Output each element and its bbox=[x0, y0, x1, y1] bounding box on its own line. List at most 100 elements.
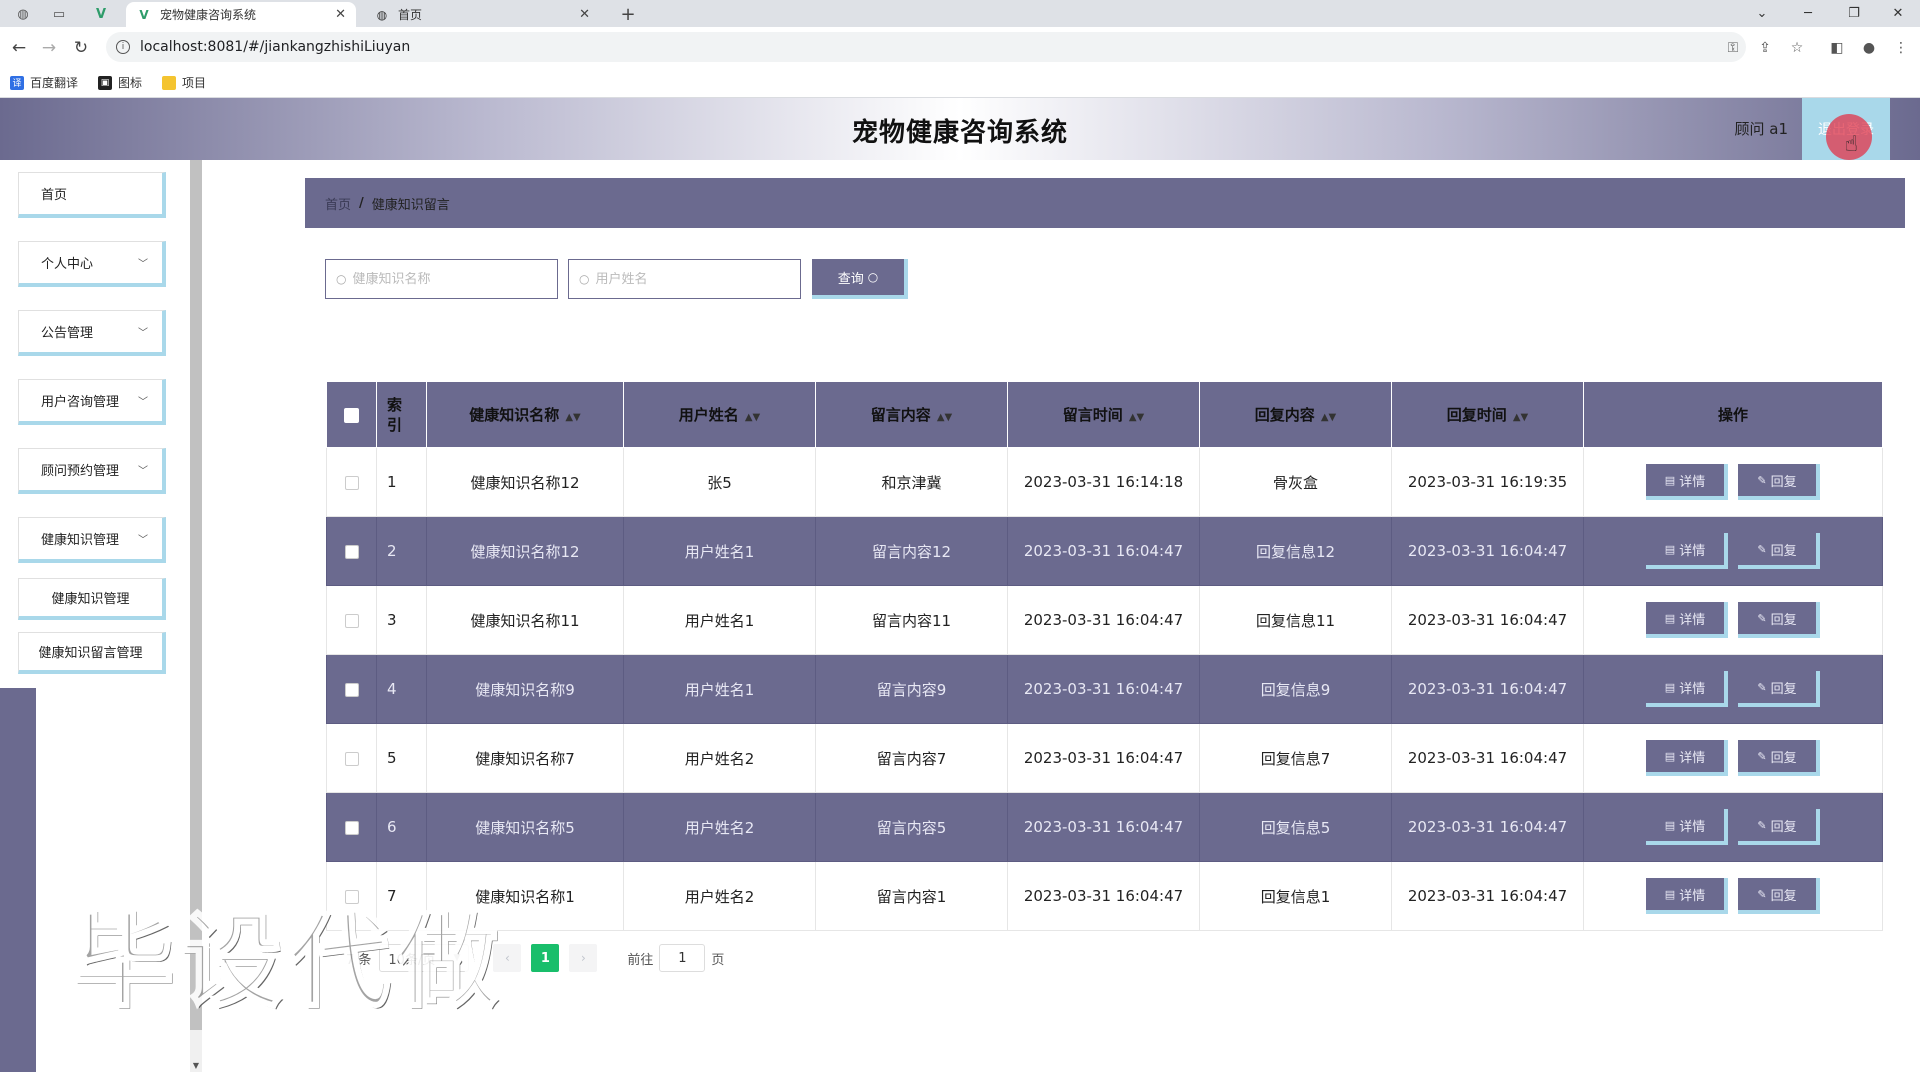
pinned-tab-globe-icon[interactable]: ◍ bbox=[12, 4, 34, 24]
tab-search-chevron-icon[interactable]: ⌄ bbox=[1740, 0, 1784, 27]
reply-button[interactable]: ✎ 回复 bbox=[1738, 740, 1820, 776]
bookmark-icons[interactable]: ▣ 图标 bbox=[98, 74, 142, 91]
reply-button[interactable]: ✎ 回复 bbox=[1738, 464, 1820, 500]
minimize-icon[interactable]: ─ bbox=[1786, 0, 1830, 27]
header-comment-time[interactable]: 留言时间 ▲▼ bbox=[1007, 381, 1200, 448]
sidebar-item-appointment-management[interactable]: 顾问预约管理 ﹀ bbox=[18, 448, 166, 494]
cell-reply-time: 2023-03-31 16:04:47 bbox=[1391, 585, 1584, 655]
sort-icon[interactable]: ▲▼ bbox=[937, 412, 952, 423]
page-number-button[interactable]: 1 bbox=[531, 944, 560, 972]
pinned-tab-vue-icon[interactable]: V bbox=[90, 4, 112, 24]
reply-button[interactable]: ✎ 回复 bbox=[1738, 878, 1820, 914]
cell-comment-content: 和京津冀 bbox=[815, 447, 1008, 517]
sidebar-item-label: 公告管理 bbox=[41, 326, 94, 341]
new-tab-plus-icon[interactable]: + bbox=[616, 2, 640, 26]
row-checkbox[interactable] bbox=[344, 613, 359, 628]
sidebar-item-personal-center[interactable]: 个人中心 ﹀ bbox=[18, 241, 166, 287]
reply-label: 回复 bbox=[1770, 750, 1797, 766]
cell-knowledge-name: 健康知识名称7 bbox=[426, 723, 624, 793]
reply-button[interactable]: ✎ 回复 bbox=[1738, 533, 1820, 569]
select-all-checkbox[interactable] bbox=[344, 407, 359, 423]
row-checkbox[interactable] bbox=[344, 682, 359, 697]
detail-button[interactable]: ▤ 详情 bbox=[1646, 671, 1728, 707]
bookmark-baidu-translate[interactable]: 译 百度翻译 bbox=[10, 74, 78, 91]
detail-button[interactable]: ▤ 详情 bbox=[1646, 740, 1728, 776]
bookmark-projects[interactable]: 项目 bbox=[162, 74, 206, 91]
reply-button[interactable]: ✎ 回复 bbox=[1738, 809, 1820, 845]
header-label: 用户姓名 bbox=[678, 406, 739, 424]
cell-comment-time: 2023-03-31 16:04:47 bbox=[1007, 792, 1200, 862]
close-icon[interactable]: ✕ bbox=[579, 7, 590, 22]
detail-label: 详情 bbox=[1679, 750, 1706, 766]
sidebar-item-notice-management[interactable]: 公告管理 ﹀ bbox=[18, 310, 166, 356]
breadcrumb-home[interactable]: 首页 bbox=[325, 194, 351, 213]
profile-avatar-icon[interactable]: ● bbox=[1858, 37, 1880, 59]
info-icon[interactable]: i bbox=[116, 40, 130, 54]
window-close-icon[interactable]: ✕ bbox=[1876, 0, 1920, 27]
row-checkbox[interactable] bbox=[344, 544, 359, 559]
detail-button[interactable]: ▤ 详情 bbox=[1646, 809, 1728, 845]
sort-icon[interactable]: ▲▼ bbox=[1129, 412, 1144, 423]
tab-home[interactable]: ◍ 首页 ✕ bbox=[364, 2, 600, 27]
sidebar-item-health-knowledge[interactable]: 健康知识管理 ﹀ bbox=[18, 517, 166, 563]
document-icon: ▤ bbox=[1664, 542, 1676, 556]
detail-button[interactable]: ▤ 详情 bbox=[1646, 878, 1728, 914]
side-panel-icon[interactable]: ◧ bbox=[1826, 37, 1848, 59]
detail-button[interactable]: ▤ 详情 bbox=[1646, 464, 1728, 500]
cell-knowledge-name: 健康知识名称5 bbox=[426, 792, 624, 862]
forward-arrow-icon[interactable]: → bbox=[36, 35, 62, 61]
row-checkbox[interactable] bbox=[344, 475, 359, 490]
query-button[interactable]: 查询 ○ bbox=[812, 259, 908, 299]
sort-icon[interactable]: ▲▼ bbox=[565, 412, 580, 423]
header-comment-content[interactable]: 留言内容 ▲▼ bbox=[815, 381, 1008, 448]
sidebar-item-label: 用户咨询管理 bbox=[41, 395, 120, 410]
back-arrow-icon[interactable]: ← bbox=[6, 35, 32, 61]
share-icon[interactable]: ⇪ bbox=[1754, 37, 1776, 59]
close-icon[interactable]: ✕ bbox=[335, 7, 346, 22]
reply-label: 回复 bbox=[1770, 474, 1797, 490]
sidebar-item-home[interactable]: 首页 bbox=[18, 172, 166, 218]
sidebar-item-consult-management[interactable]: 用户咨询管理 ﹀ bbox=[18, 379, 166, 425]
key-icon[interactable]: ⚿ bbox=[1722, 37, 1744, 59]
header-index: 索引 bbox=[376, 381, 427, 448]
sort-icon[interactable]: ▲▼ bbox=[1321, 412, 1336, 423]
knowledge-name-input[interactable] bbox=[352, 271, 533, 287]
sort-icon[interactable]: ▲▼ bbox=[745, 412, 760, 423]
cell-reply-time: 2023-03-31 16:04:47 bbox=[1391, 861, 1584, 931]
sidebar-subitem-health-knowledge[interactable]: 健康知识管理 bbox=[18, 578, 166, 620]
goto-page-input[interactable]: 1 bbox=[659, 944, 706, 972]
user-name-search[interactable]: ○ bbox=[568, 259, 801, 299]
sort-icon[interactable]: ▲▼ bbox=[1513, 412, 1528, 423]
bookmark-label: 百度翻译 bbox=[30, 76, 79, 90]
row-checkbox[interactable] bbox=[344, 820, 359, 835]
star-icon[interactable]: ☆ bbox=[1786, 37, 1808, 59]
knowledge-name-search[interactable]: ○ bbox=[325, 259, 558, 299]
document-icon: ▤ bbox=[1664, 887, 1676, 901]
user-name-input[interactable] bbox=[595, 271, 776, 287]
next-page-button[interactable]: › bbox=[569, 944, 598, 972]
header-user-name[interactable]: 用户姓名 ▲▼ bbox=[623, 381, 816, 448]
scroll-down-icon[interactable]: ▼ bbox=[190, 1058, 202, 1072]
url-bar[interactable]: i localhost:8081/#/jiankangzhishiLiuyan bbox=[106, 32, 1746, 62]
cell-comment-time: 2023-03-31 16:04:47 bbox=[1007, 654, 1200, 724]
reload-icon[interactable]: ↻ bbox=[68, 35, 94, 61]
row-checkbox[interactable] bbox=[344, 751, 359, 766]
reply-label: 回复 bbox=[1770, 543, 1797, 559]
reply-button[interactable]: ✎ 回复 bbox=[1738, 602, 1820, 638]
sidebar-subitem-health-knowledge-comments[interactable]: 健康知识留言管理 bbox=[18, 632, 166, 674]
search-icon: ○ bbox=[336, 272, 347, 286]
edit-icon: ✎ bbox=[1757, 611, 1767, 625]
header-knowledge-name[interactable]: 健康知识名称 ▲▼ bbox=[426, 381, 624, 448]
cell-knowledge-name: 健康知识名称11 bbox=[426, 585, 624, 655]
restore-icon[interactable]: ❐ bbox=[1832, 0, 1876, 27]
tab-app[interactable]: V 宠物健康咨询系统 ✕ bbox=[126, 2, 356, 27]
pinned-tab-blank-icon[interactable]: ▭ bbox=[48, 4, 70, 24]
vue-icon: V bbox=[139, 7, 149, 22]
kebab-menu-icon[interactable]: ⋮ bbox=[1890, 37, 1912, 59]
header-reply-time[interactable]: 回复时间 ▲▼ bbox=[1391, 381, 1584, 448]
header-reply-content[interactable]: 回复内容 ▲▼ bbox=[1199, 381, 1392, 448]
reply-button[interactable]: ✎ 回复 bbox=[1738, 671, 1820, 707]
detail-button[interactable]: ▤ 详情 bbox=[1646, 533, 1728, 569]
detail-button[interactable]: ▤ 详情 bbox=[1646, 602, 1728, 638]
table-row: 2 健康知识名称12 用户姓名1 留言内容12 2023-03-31 16:04… bbox=[326, 516, 1883, 586]
